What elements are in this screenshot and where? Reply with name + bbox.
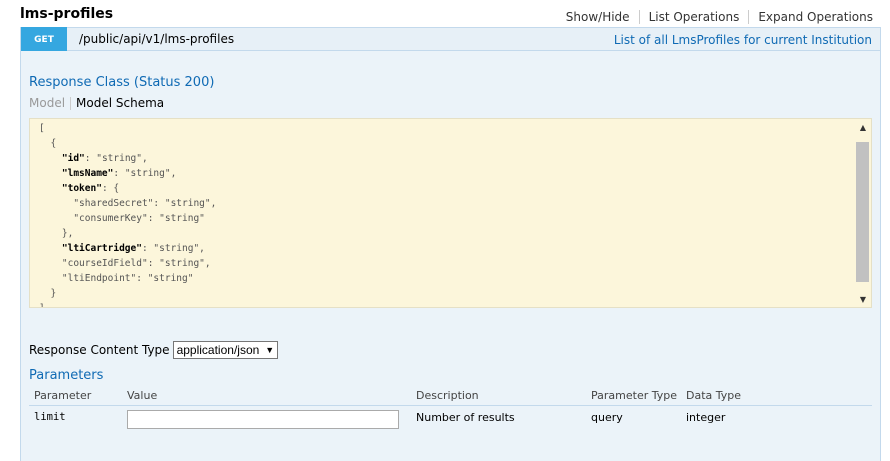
expand-operations-link[interactable]: Expand Operations — [758, 10, 873, 24]
response-content-type: Response Content Type application/json ▼ — [29, 341, 279, 359]
response-class-title: Response Class (Status 200) — [29, 75, 215, 90]
scroll-up-arrow-icon[interactable]: ▲ — [855, 119, 871, 135]
schema-line: "sharedSecret": "string", — [73, 198, 217, 209]
schema-line: "token": { — [61, 183, 120, 194]
schema-line: } — [39, 288, 57, 299]
column-header-data-type: Data Type — [686, 389, 742, 402]
parameter-type: query — [591, 411, 623, 424]
table-row: limit Number of results query integer — [29, 406, 872, 436]
model-schema-code: [ { "id": "string", "lmsName": "string",… — [39, 121, 217, 307]
limit-value-input[interactable] — [127, 410, 399, 429]
resource-links: Show/Hide List Operations Expand Operati… — [566, 10, 873, 24]
schema-line: "ltiCartridge": "string", — [61, 243, 205, 254]
scroll-thumb[interactable] — [856, 142, 869, 282]
response-content-type-label: Response Content Type — [29, 343, 170, 357]
column-header-value: Value — [127, 389, 158, 402]
divider — [638, 10, 640, 24]
schema-line: ] — [39, 303, 45, 307]
operation-heading[interactable]: GET /public/api/v1/lms-profiles List of … — [20, 27, 881, 52]
divider — [748, 10, 750, 24]
schema-line: "consumerKey": "string" — [73, 213, 205, 224]
response-content-type-select[interactable]: application/json ▼ — [172, 341, 279, 359]
schema-line: "ltiEndpoint": "string" — [61, 273, 194, 284]
tab-model[interactable]: Model — [29, 96, 65, 110]
schema-line: "id": "string", — [61, 153, 148, 164]
schema-line: "courseIdField": "string", — [61, 258, 211, 269]
parameter-data-type: integer — [686, 411, 726, 424]
list-operations-link[interactable]: List Operations — [649, 10, 740, 24]
model-schema-box[interactable]: [ { "id": "string", "lmsName": "string",… — [29, 118, 872, 308]
tab-model-schema[interactable]: Model Schema — [76, 96, 164, 110]
chevron-down-icon: ▼ — [265, 345, 275, 355]
schema-line: "lmsName": "string", — [61, 168, 177, 179]
parameter-description: Number of results — [416, 411, 515, 424]
schema-scrollbar[interactable]: ▲ ▼ — [855, 119, 871, 307]
parameter-name: limit — [34, 411, 66, 423]
column-header-parameter: Parameter — [34, 389, 92, 402]
parameters-header: Parameter Value Description Parameter Ty… — [29, 387, 872, 406]
resource-title[interactable]: lms-profiles — [20, 6, 113, 22]
divider — [70, 97, 72, 110]
operation-summary[interactable]: List of all LmsProfiles for current Inst… — [614, 33, 872, 47]
schema-line: [ — [39, 123, 45, 134]
column-header-description: Description — [416, 389, 479, 402]
schema-line: }, — [39, 228, 74, 239]
scroll-down-arrow-icon[interactable]: ▼ — [855, 291, 871, 307]
model-tabs: Model Model Schema — [29, 96, 164, 110]
column-header-parameter-type: Parameter Type — [591, 389, 677, 402]
schema-line: { — [39, 138, 57, 149]
operation-path[interactable]: /public/api/v1/lms-profiles — [79, 32, 234, 46]
http-method-badge[interactable]: GET — [21, 27, 67, 52]
parameters-title: Parameters — [29, 368, 104, 383]
response-content-type-value: application/json — [176, 343, 260, 357]
show-hide-link[interactable]: Show/Hide — [566, 10, 630, 24]
